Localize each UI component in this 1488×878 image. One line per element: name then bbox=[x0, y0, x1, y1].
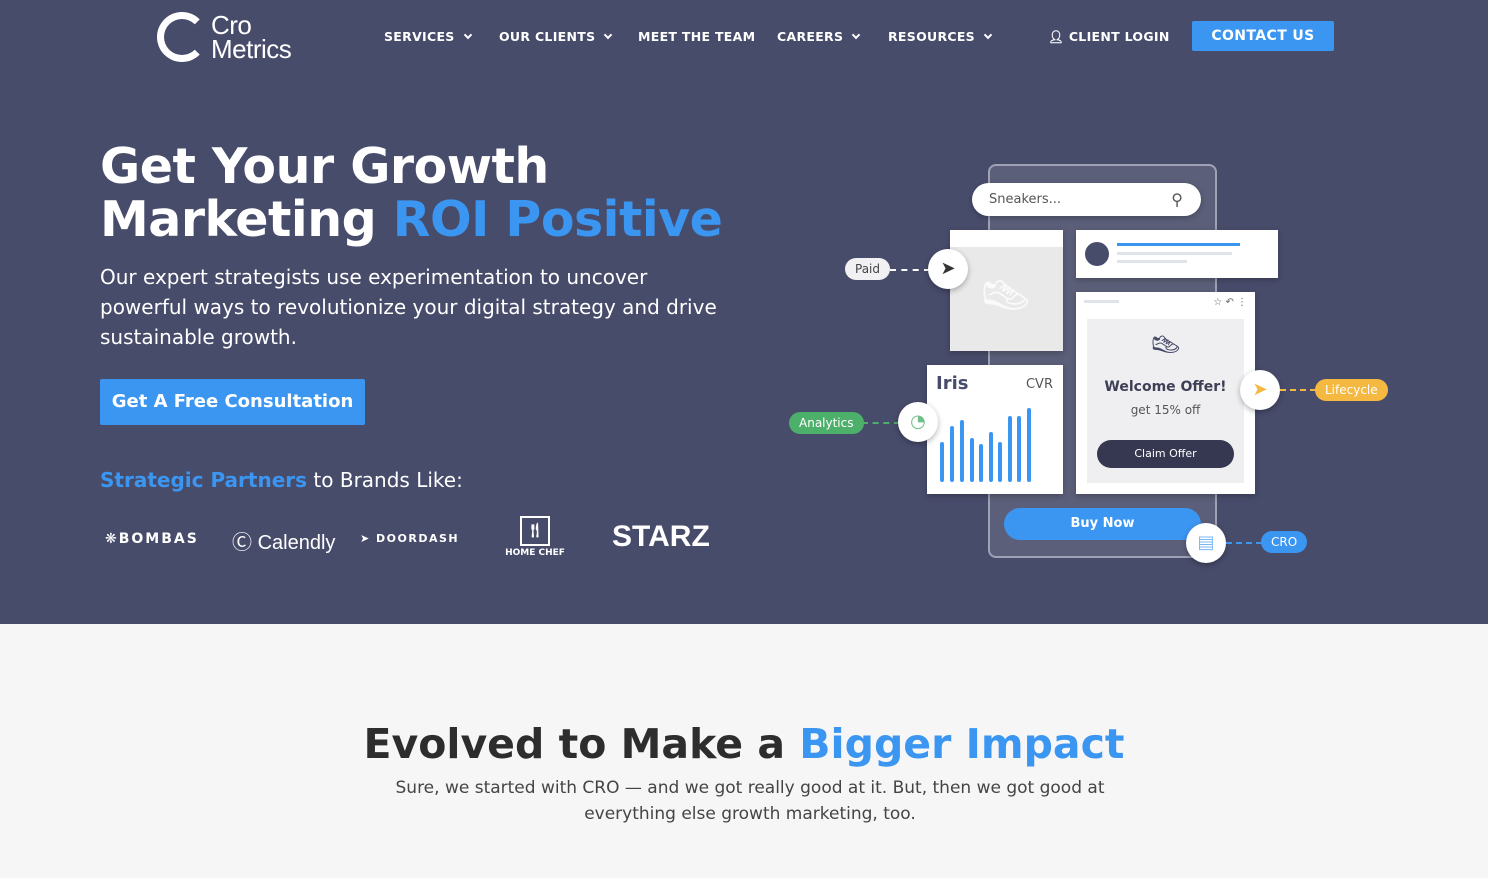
brand-logo-doordash: ➤ DOORDASH bbox=[360, 532, 460, 545]
pie-chart-icon: ◔ bbox=[898, 402, 938, 442]
chart-bar bbox=[1027, 408, 1031, 482]
chart-bar bbox=[1008, 416, 1012, 482]
webpage-icon: ▤ bbox=[1186, 523, 1226, 563]
paper-plane-icon: ➤ bbox=[1240, 370, 1280, 410]
title-text: Evolved to Make a bbox=[363, 720, 800, 768]
brand-name: DOORDASH bbox=[376, 532, 460, 545]
search-icon: ⚲ bbox=[1171, 190, 1183, 209]
cro-tag: CRO bbox=[1261, 531, 1308, 553]
notification-card bbox=[1076, 230, 1278, 278]
nav-label: OUR CLIENTS bbox=[499, 29, 596, 44]
chevron-down-icon bbox=[463, 30, 472, 40]
hero-title: Get Your Growth Marketing ROI Positive bbox=[100, 138, 723, 248]
connector bbox=[862, 422, 900, 424]
nav-meet-the-team[interactable]: MEET THE TEAM bbox=[638, 29, 755, 44]
top-nav: Cro Metrics SERVICES OUR CLIENTS MEET THE… bbox=[0, 0, 1488, 72]
line bbox=[1117, 243, 1240, 246]
product-card: 👟︎ bbox=[950, 230, 1063, 351]
logo[interactable]: Cro Metrics bbox=[157, 10, 292, 64]
nav-resources[interactable]: RESOURCES bbox=[888, 29, 993, 44]
chevron-down-icon bbox=[852, 30, 861, 40]
contact-us-button[interactable]: CONTACT US bbox=[1192, 21, 1334, 51]
section-title: Evolved to Make a Bigger Impact bbox=[0, 720, 1488, 768]
sneaker-image: 👟︎ bbox=[978, 271, 1034, 322]
client-login-link[interactable]: 👤︎ CLIENT LOGIN bbox=[1048, 29, 1170, 45]
login-label: CLIENT LOGIN bbox=[1068, 29, 1170, 44]
brand-name: Calendly bbox=[257, 532, 336, 554]
line bbox=[1117, 252, 1232, 255]
chart-bar bbox=[998, 442, 1002, 482]
claim-offer-button: Claim Offer bbox=[1097, 440, 1234, 468]
offer-panel: 👟︎ Welcome Offer! get 15% off Claim Offe… bbox=[1087, 319, 1244, 483]
house-icon: 🍴︎ bbox=[520, 516, 550, 546]
iris-chart-card: Iris CVR bbox=[927, 365, 1063, 494]
offer-title: Welcome Offer! bbox=[1104, 379, 1227, 395]
title-highlight: Bigger Impact bbox=[799, 720, 1125, 768]
line bbox=[1117, 260, 1187, 263]
cvr-label: CVR bbox=[1025, 377, 1053, 392]
shoe-icon: 👟︎ bbox=[1148, 331, 1182, 361]
lifecycle-tag: Lifecycle bbox=[1315, 379, 1388, 401]
logo-text: Cro Metrics bbox=[211, 10, 292, 64]
free-consultation-button[interactable]: Get A Free Consultation bbox=[100, 379, 365, 425]
nav-services[interactable]: SERVICES bbox=[384, 29, 472, 44]
chart-bar bbox=[970, 438, 974, 482]
chart-bar bbox=[950, 426, 954, 482]
partners-text: to Brands Like: bbox=[307, 468, 463, 492]
connector bbox=[1226, 542, 1262, 544]
title-line2: Marketing bbox=[100, 191, 393, 248]
analytics-tag: Analytics bbox=[789, 412, 864, 434]
nav-our-clients[interactable]: OUR CLIENTS bbox=[499, 29, 613, 44]
nav-label: SERVICES bbox=[384, 29, 455, 44]
nav-label: RESOURCES bbox=[888, 29, 975, 44]
partners-highlight: Strategic Partners bbox=[100, 468, 308, 492]
brand-logo-starz: STARZ bbox=[612, 520, 710, 553]
iris-logo: Iris bbox=[936, 373, 969, 394]
title-line1: Get Your Growth bbox=[100, 138, 549, 195]
section-text: Sure, we started with CRO — and we got r… bbox=[395, 778, 1105, 824]
chart-bar bbox=[989, 432, 993, 482]
chevron-down-icon bbox=[604, 30, 613, 40]
offer-card: ☆ ↶ ⋮ 👟︎ Welcome Offer! get 15% off Clai… bbox=[1076, 292, 1255, 494]
chevron-down-icon bbox=[983, 30, 993, 40]
user-icon: 👤︎ bbox=[1048, 29, 1069, 44]
title-highlight: ROI Positive bbox=[392, 191, 723, 248]
line bbox=[1084, 300, 1119, 303]
logo-mark bbox=[157, 12, 207, 62]
hero-subtitle: Our expert strategists use experimentati… bbox=[100, 265, 717, 349]
brand-name: BOMBAS bbox=[118, 531, 199, 547]
search-text: Sneakers... bbox=[989, 192, 1062, 207]
paid-tag: Paid bbox=[845, 258, 891, 280]
hero-section: Cro Metrics SERVICES OUR CLIENTS MEET THE… bbox=[0, 0, 1488, 624]
shoe-avatar-icon bbox=[1085, 242, 1109, 266]
chart-bar bbox=[960, 420, 964, 482]
offer-subtitle: get 15% off bbox=[1130, 403, 1201, 417]
connector bbox=[890, 269, 930, 271]
brand-name: HOME CHEF bbox=[505, 548, 565, 558]
cursor-icon: ➤ bbox=[928, 249, 968, 289]
chart-bar bbox=[979, 444, 983, 482]
nav-label: MEET THE TEAM bbox=[638, 29, 756, 44]
nav-label: CAREERS bbox=[777, 29, 844, 44]
search-bar: Sneakers... ⚲ bbox=[972, 183, 1201, 216]
brand-logo-calendly: Ⓒ Calendly bbox=[232, 532, 336, 554]
chart-bar bbox=[940, 442, 944, 482]
brand-logo-home-chef: 🍴︎ HOME CHEF bbox=[505, 516, 565, 558]
connector bbox=[1280, 389, 1316, 391]
star-reply-more-icons: ☆ ↶ ⋮ bbox=[1213, 297, 1247, 308]
brand-logo-bombas: ❋BOMBAS bbox=[105, 531, 199, 547]
buy-now-button: Buy Now bbox=[1004, 508, 1201, 540]
chart-bar bbox=[1017, 416, 1021, 482]
nav-careers[interactable]: CAREERS bbox=[777, 29, 861, 44]
partners-heading: Strategic Partners to Brands Like: bbox=[100, 468, 463, 492]
